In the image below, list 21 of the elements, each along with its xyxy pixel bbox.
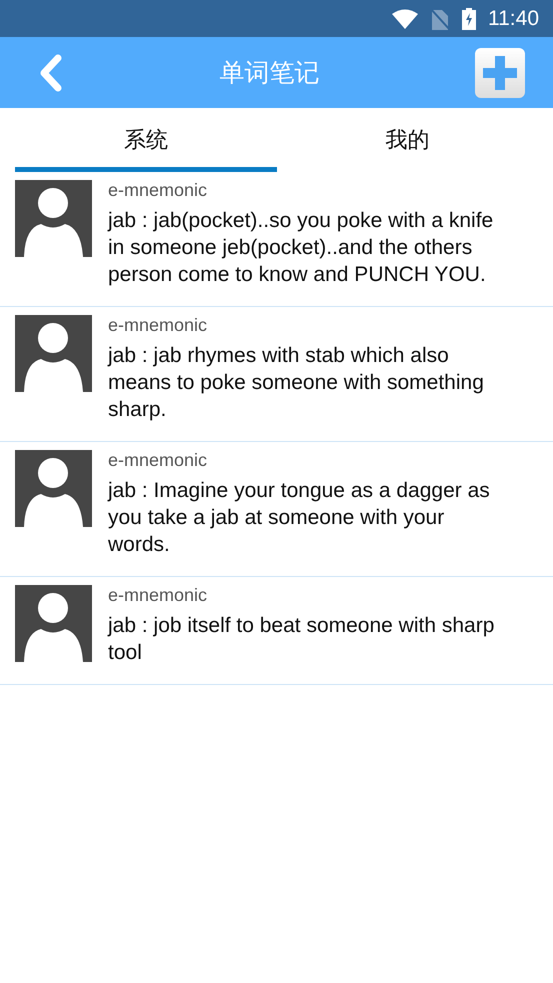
header-title: 单词笔记 [220,58,320,89]
note-text: jab : Imagine your tongue as a dagger as you take a jab at someone with your words. [108,478,491,558]
status-time: 11:40 [488,6,539,30]
wifi-icon [392,8,418,28]
note-text: jab : job itself to beat someone with sharp tool [108,613,496,666]
tab[interactable]: 我的 [276,108,538,172]
avatar-icon [15,315,92,392]
note-text: jab : jab rhymes with stab which also means to poke someone with something sharp. [108,343,485,423]
note-author: e-mnemonic [108,585,208,606]
note-author: e-mnemonic [108,315,208,336]
add-button[interactable] [475,48,525,98]
avatar-icon [15,180,92,257]
avatar-icon [15,585,92,662]
battery-charging-icon [462,8,476,30]
tab[interactable]: 系统 [15,108,276,172]
back-button[interactable] [38,54,64,92]
note-text: jab : jab(pocket)..so you poke with a knife in someone jeb(pocket)..and the others person come to know and PUNCH YOU. [108,208,494,288]
avatar-icon [15,450,92,527]
note-author: e-mnemonic [108,180,208,201]
note-author: e-mnemonic [108,450,208,471]
no-sim-icon [430,8,450,30]
